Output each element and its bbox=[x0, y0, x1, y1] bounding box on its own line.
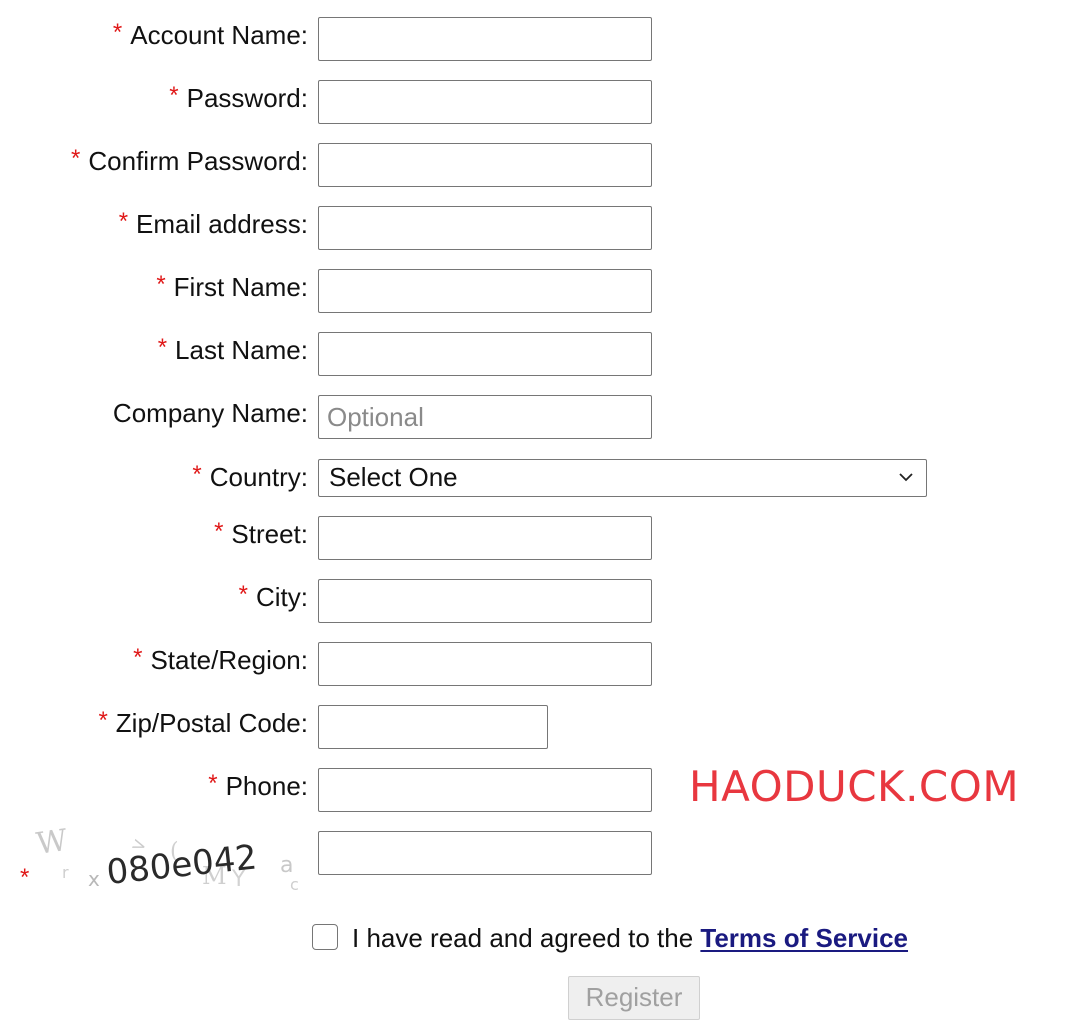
phone-input[interactable] bbox=[318, 768, 652, 812]
svg-text:x: x bbox=[88, 867, 100, 891]
password-input[interactable] bbox=[318, 80, 652, 124]
state-region-label-text: State/Region: bbox=[150, 645, 308, 675]
company-name-label: Company Name: bbox=[113, 395, 308, 431]
svg-text:r: r bbox=[62, 863, 69, 882]
company-name-row: Company Name: bbox=[0, 395, 1092, 439]
agree-checkbox[interactable] bbox=[312, 924, 338, 950]
state-region-input[interactable] bbox=[318, 642, 652, 686]
street-input[interactable] bbox=[318, 516, 652, 560]
phone-label-text: Phone: bbox=[225, 771, 308, 801]
watermark: HAODUCK.COM bbox=[689, 762, 1020, 811]
required-marker: * bbox=[208, 770, 218, 797]
account-name-input[interactable] bbox=[318, 17, 652, 61]
zip-row: * Zip/Postal Code: bbox=[0, 705, 1092, 749]
street-row: * Street: bbox=[0, 516, 1092, 560]
captcha-graphic: W r x > ( M Y a c 080e042 bbox=[34, 828, 299, 892]
street-label: * Street: bbox=[214, 516, 308, 552]
account-name-label-text: Account Name: bbox=[130, 20, 308, 50]
password-label: * Password: bbox=[169, 80, 308, 116]
zip-label: * Zip/Postal Code: bbox=[98, 705, 308, 741]
email-label-text: Email address: bbox=[136, 209, 308, 239]
required-marker: * bbox=[71, 145, 81, 172]
captcha-input[interactable] bbox=[318, 831, 652, 875]
first-name-row: * First Name: bbox=[0, 269, 1092, 313]
last-name-row: * Last Name: bbox=[0, 332, 1092, 376]
required-marker: * bbox=[118, 208, 129, 235]
city-row: * City: bbox=[0, 579, 1092, 623]
company-name-input[interactable] bbox=[318, 395, 652, 439]
country-selected-value: Select One bbox=[329, 462, 458, 492]
required-marker: * bbox=[156, 271, 166, 298]
password-row: * Password: bbox=[0, 80, 1092, 124]
first-name-input[interactable] bbox=[318, 269, 652, 313]
last-name-label: * Last Name: bbox=[158, 332, 308, 368]
chevron-down-icon bbox=[899, 473, 913, 482]
street-label-text: Street: bbox=[231, 519, 308, 549]
terms-of-service-link[interactable]: Terms of Service bbox=[700, 923, 908, 953]
state-region-label: * State/Region: bbox=[133, 642, 308, 678]
svg-text:W: W bbox=[34, 828, 70, 862]
required-marker: * bbox=[98, 707, 108, 734]
country-row: * Country: Select One bbox=[0, 459, 1092, 503]
confirm-password-input[interactable] bbox=[318, 143, 652, 187]
required-marker: * bbox=[214, 518, 224, 545]
confirm-password-row: * Confirm Password: bbox=[0, 143, 1092, 187]
last-name-input[interactable] bbox=[318, 332, 652, 376]
required-marker: * bbox=[133, 644, 143, 671]
account-name-row: * Account Name: bbox=[0, 17, 1092, 61]
account-name-label: * Account Name: bbox=[113, 17, 308, 53]
first-name-label: * First Name: bbox=[156, 269, 308, 305]
password-label-text: Password: bbox=[186, 83, 308, 113]
captcha-required-marker: * bbox=[20, 864, 30, 891]
email-input[interactable] bbox=[318, 206, 652, 250]
last-name-label-text: Last Name: bbox=[175, 335, 308, 365]
confirm-password-label: * Confirm Password: bbox=[71, 143, 308, 179]
phone-label: * Phone: bbox=[208, 768, 308, 804]
required-marker: * bbox=[169, 82, 179, 109]
svg-text:c: c bbox=[290, 875, 299, 892]
country-select[interactable]: Select One bbox=[318, 459, 927, 497]
email-row: * Email address: bbox=[0, 206, 1092, 250]
agree-label: I have read and agreed to the bbox=[352, 923, 694, 953]
required-marker: * bbox=[238, 581, 248, 608]
register-button[interactable]: Register bbox=[568, 976, 700, 1020]
country-label-text: Country: bbox=[209, 462, 308, 492]
email-label: * Email address: bbox=[119, 206, 308, 242]
country-label: * Country: bbox=[192, 459, 308, 495]
state-region-row: * State/Region: bbox=[0, 642, 1092, 686]
city-input[interactable] bbox=[318, 579, 652, 623]
city-label-text: City: bbox=[256, 582, 308, 612]
agree-text: I have read and agreed to the Terms of S… bbox=[352, 920, 908, 956]
zip-input[interactable] bbox=[318, 705, 548, 749]
city-label: * City: bbox=[239, 579, 308, 615]
required-marker: * bbox=[192, 461, 202, 488]
required-marker: * bbox=[112, 19, 123, 46]
required-marker: * bbox=[157, 334, 168, 361]
confirm-password-label-text: Confirm Password: bbox=[88, 146, 308, 176]
first-name-label-text: First Name: bbox=[173, 272, 308, 302]
company-name-label-text: Company Name: bbox=[112, 398, 308, 428]
captcha-image[interactable]: W r x > ( M Y a c 080e042 bbox=[32, 828, 310, 892]
zip-label-text: Zip/Postal Code: bbox=[115, 708, 308, 738]
